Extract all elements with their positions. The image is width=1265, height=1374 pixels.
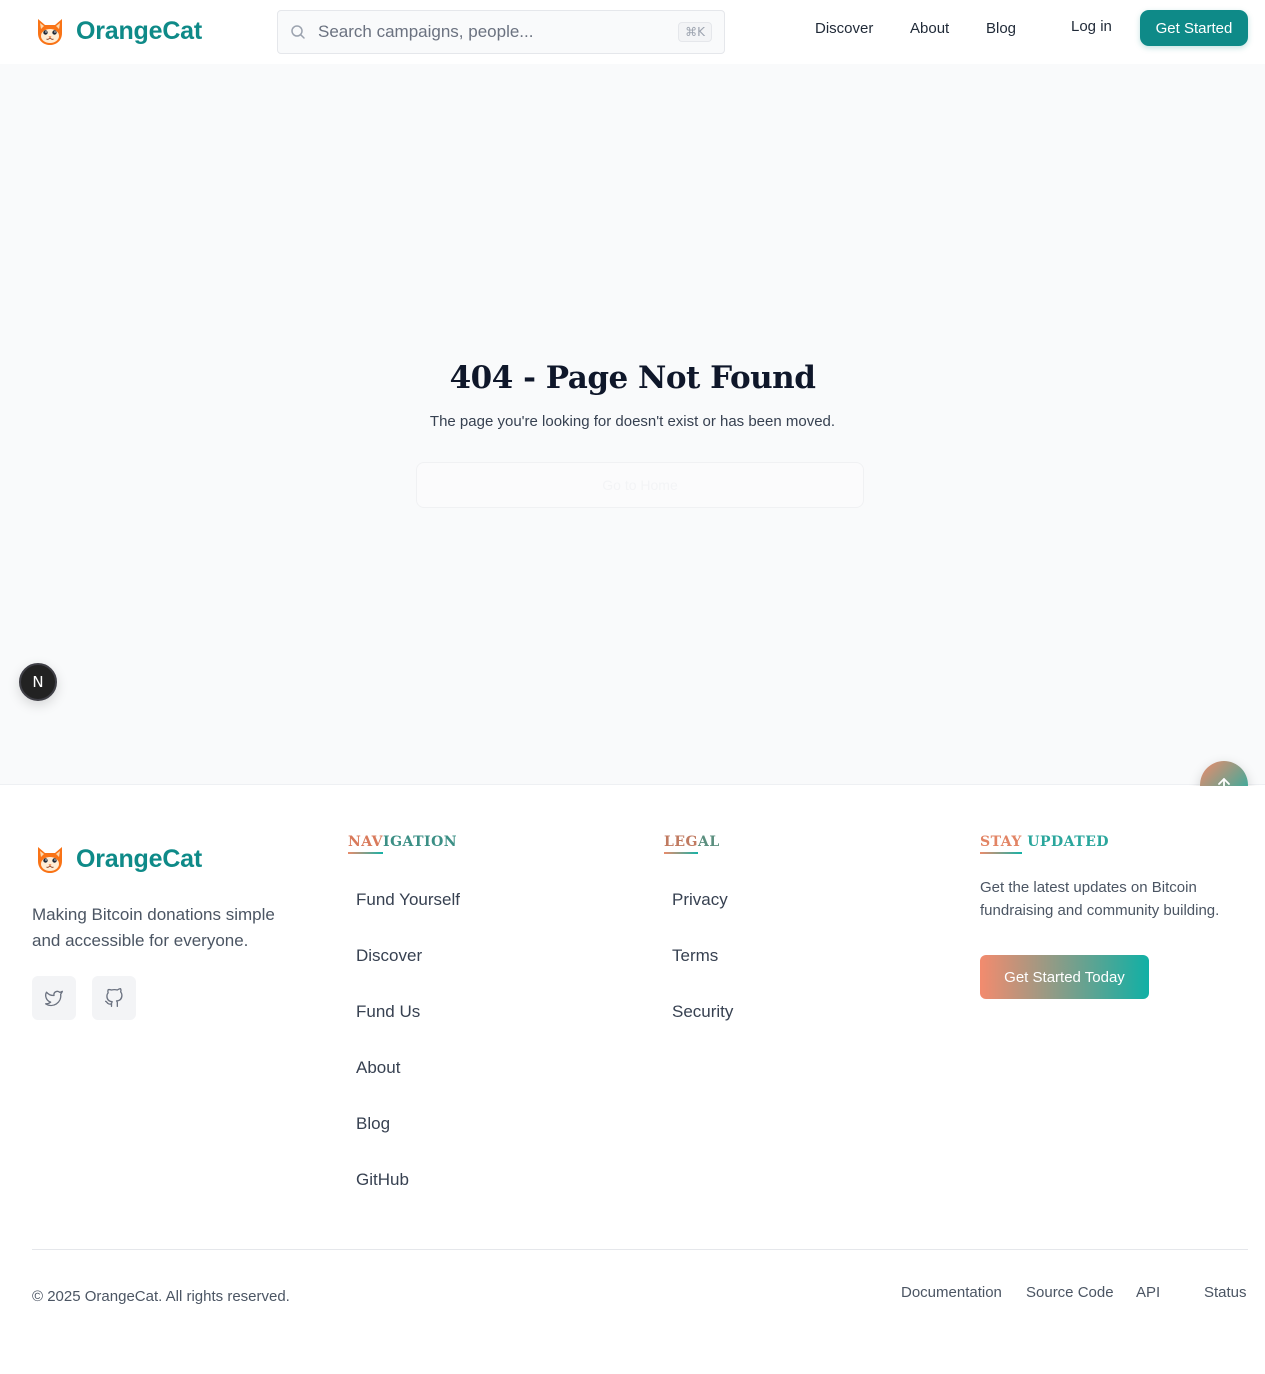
get-started-today-button[interactable]: Get Started Today [980,955,1149,999]
footer-link-discover[interactable]: Discover [356,946,422,966]
twitter-icon [45,990,63,1007]
footer-link-blog[interactable]: Blog [356,1114,390,1134]
get-started-button[interactable]: Get Started [1140,10,1248,46]
dev-tools-badge[interactable]: N [19,663,57,701]
footer-link-security[interactable]: Security [672,1002,733,1022]
main-content: 404 - Page Not Found The page you're loo… [0,64,1265,785]
heading-rest: IGATION [383,834,458,850]
github-link[interactable] [92,976,136,1020]
heading-highlight: NAV [348,834,384,854]
bottom-link-status[interactable]: Status [1204,1284,1247,1301]
footer-divider [32,1249,1248,1250]
heading-highlight: LEG [664,834,698,854]
copyright-text: © 2025 OrangeCat. All rights reserved. [32,1288,290,1305]
search-box[interactable]: ⌘K [277,10,725,54]
footer-brand-link[interactable]: OrangeCat [34,843,202,875]
heading-rest: AL [697,834,720,850]
go-home-button[interactable]: Go to Home [416,462,864,508]
cat-logo-icon [38,847,62,873]
heading-highlight: STAY [980,834,1022,854]
page-subtitle: The page you're looking for doesn't exis… [429,413,836,430]
site-header: OrangeCat ⌘K Discover About Blog Log in … [0,0,1265,64]
nav-about-link[interactable]: About [910,20,949,37]
site-footer: OrangeCat Making Bitcoin donations simpl… [0,786,1265,1374]
footer-legal-heading: LEGAL [664,834,720,854]
brand-name: OrangeCat [76,16,203,45]
twitter-link[interactable] [32,976,76,1020]
search-icon [291,25,305,39]
bottom-link-documentation[interactable]: Documentation [901,1284,1002,1301]
footer-tagline: Making Bitcoin donations simple and acce… [32,905,275,950]
bottom-link-api[interactable]: API [1136,1284,1160,1301]
footer-link-fund-yourself[interactable]: Fund Yourself [356,890,460,910]
footer-link-github[interactable]: GitHub [356,1170,409,1190]
page-title: 404 - Page Not Found [449,360,816,396]
footer-stay-updated-heading: STAY UPDATED [980,834,1109,854]
footer-link-fund-us[interactable]: Fund Us [356,1002,420,1022]
nav-blog-link[interactable]: Blog [986,20,1016,37]
search-input[interactable] [318,22,679,42]
footer-navigation-heading: NAVIGATION [348,834,458,854]
bottom-link-source-code[interactable]: Source Code [1026,1284,1114,1301]
footer-link-privacy[interactable]: Privacy [672,890,728,910]
nav-discover-link[interactable]: Discover [815,20,873,37]
stay-updated-text: Get the latest updates on Bitcoin fundra… [980,879,1220,919]
footer-link-about[interactable]: About [356,1058,400,1078]
footer-link-terms[interactable]: Terms [672,946,718,966]
heading-rest: UPDATED [1021,834,1109,850]
cat-logo-icon [38,19,62,45]
brand-logo-link[interactable]: OrangeCat [34,15,202,47]
github-icon [105,988,123,1007]
login-link[interactable]: Log in [1071,18,1112,35]
footer-brand-name: OrangeCat [76,844,203,873]
search-shortcut-hint: ⌘K [678,22,712,42]
